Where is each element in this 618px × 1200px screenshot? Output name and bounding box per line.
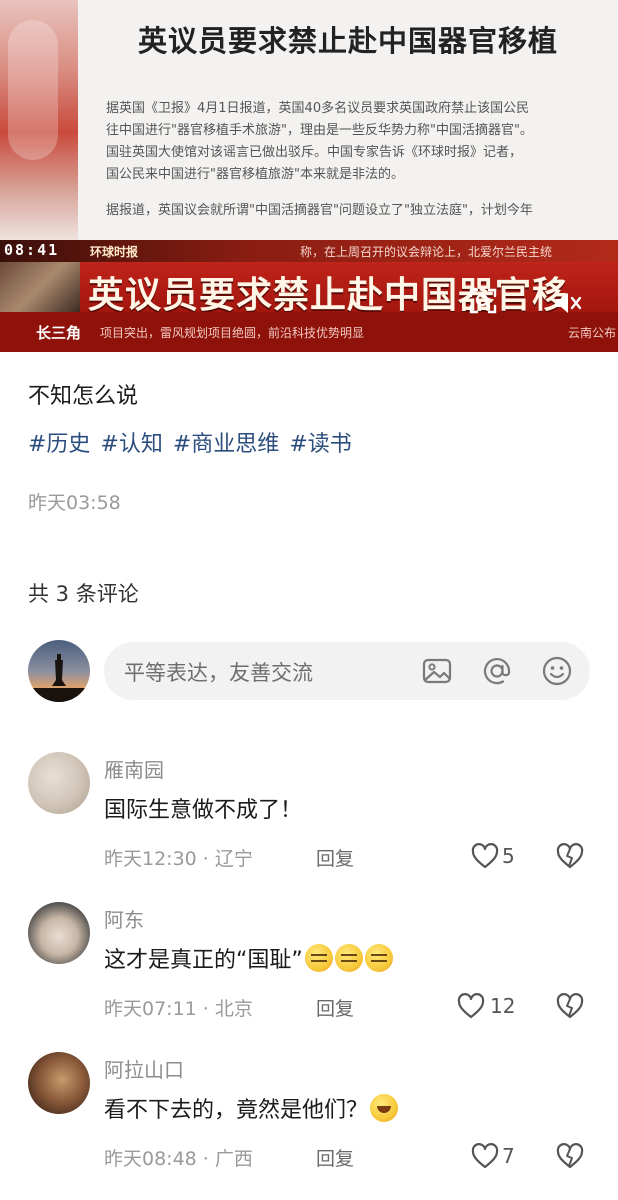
video-bottom-ticker: 项目突出，雷风规划项目绝圆，前沿科技优势明显 [100, 326, 365, 340]
emoji-icon[interactable] [540, 654, 574, 688]
image-icon[interactable] [420, 654, 454, 688]
laugh-cry-emoji-icon [370, 1094, 399, 1122]
scan-icon[interactable] [468, 286, 498, 316]
sigh-emoji-icon [364, 944, 393, 972]
video-bottom-bar: 长三角 项目突出，雷风规划项目绝圆，前沿科技优势明显 云南公布 [0, 312, 618, 352]
video-bottom-right: 云南公布 [567, 326, 616, 340]
article-line: 据英国《卫报》4月1日报道，英国40多名议员要求英国政府禁止该国公民 [106, 101, 530, 116]
image-left-photo [0, 0, 78, 240]
comment-text-row: 看不下去的，竟然是他们？ [104, 1092, 399, 1124]
like-icon[interactable] [470, 1142, 500, 1170]
video-banner: 英议员要求禁止赴中国器官移 [0, 262, 618, 312]
post-image[interactable]: 英议员要求禁止赴中国器官移植 据英国《卫报》4月1日报道，英国40多名议员要求英… [0, 0, 618, 352]
comment-meta: 昨天08:48 · 广西 [104, 1148, 253, 1170]
image-article-text: 据英国《卫报》4月1日报道，英国40多名议员要求英国政府禁止该国公民 往中国进行… [106, 98, 612, 236]
video-thumbnail [0, 262, 80, 312]
like-count: 5 [502, 844, 515, 868]
article-line: 往中国进行"器官移植手术旅游"，理由是一些反华势力称"中国活摘器官"。 [106, 123, 533, 138]
comment-author[interactable]: 阿拉山口 [104, 1054, 184, 1083]
dislike-icon[interactable] [555, 1142, 585, 1170]
comment-text: 这才是真正的“国耻” [104, 948, 303, 973]
dislike-icon[interactable] [555, 842, 585, 870]
video-region: 长三角 [36, 324, 82, 342]
video-channel: 环球时报 [90, 245, 139, 259]
video-ticker-text: 称，在上周召开的议会辩论上，北爱尔兰民主统 [300, 245, 553, 259]
comment-meta: 昨天07:11 · 北京 [104, 998, 253, 1020]
mute-icon[interactable] [552, 288, 582, 318]
article-line: 国公民来中国进行"器官移植旅游"本来就是非法的。 [106, 167, 404, 182]
comment-text: 国际生意做不成了！ [104, 798, 303, 823]
comment-text: 看不下去的，竟然是他们？ [104, 1098, 369, 1123]
comment-avatar[interactable] [28, 1052, 90, 1114]
reply-button[interactable]: 回复 [316, 994, 354, 1021]
tag-business-thinking[interactable]: #商业思维 [173, 426, 279, 458]
avatar-statue-silhouette [28, 654, 90, 702]
comment-text-row: 这才是真正的“国耻” [104, 942, 393, 974]
comment-author[interactable]: 阿东 [104, 904, 144, 933]
sigh-emoji-icon [334, 944, 363, 972]
like-count: 7 [502, 1144, 515, 1168]
reply-button[interactable]: 回复 [316, 844, 354, 871]
image-headline: 英议员要求禁止赴中国器官移植 [137, 24, 558, 58]
reply-button[interactable]: 回复 [316, 1144, 354, 1171]
post-timestamp: 昨天03:58 [28, 492, 121, 514]
video-time: 08:41 [4, 241, 60, 259]
comment-author[interactable]: 雁南园 [104, 754, 164, 783]
tag-cognition[interactable]: #认知 [100, 426, 162, 458]
comment-input-placeholder: 平等表达，友善交流 [124, 661, 313, 685]
comment-avatar[interactable] [28, 902, 90, 964]
current-user-avatar[interactable] [28, 640, 90, 702]
like-icon[interactable] [470, 842, 500, 870]
comments-count: 共 3 条评论 [28, 582, 139, 606]
like-count: 12 [490, 994, 516, 1018]
post-tags: #历史 #认知 #商业思维 #读书 [28, 426, 352, 458]
at-icon[interactable] [480, 654, 514, 688]
dislike-icon[interactable] [555, 992, 585, 1020]
article-line: 国驻英国大使馆对该谣言已做出驳斥。中国专家告诉《环球时报》记者， [106, 145, 523, 160]
comment-avatar[interactable] [28, 752, 90, 814]
comment-input[interactable]: 平等表达，友善交流 [104, 642, 590, 700]
post-text: 不知怎么说 [28, 384, 139, 409]
like-icon[interactable] [456, 992, 486, 1020]
article-line: 据报道，英国议会就所谓"中国活摘器官"问题设立了"独立法庭"，计划今年 [106, 203, 533, 218]
comment-meta: 昨天12:30 · 辽宁 [104, 848, 253, 870]
tag-history[interactable]: #历史 [28, 426, 90, 458]
sigh-emoji-icon [304, 944, 333, 972]
tag-reading[interactable]: #读书 [289, 426, 351, 458]
video-ticker: 08:41 环球时报 称，在上周召开的议会辩论上，北爱尔兰民主统 [0, 240, 618, 262]
